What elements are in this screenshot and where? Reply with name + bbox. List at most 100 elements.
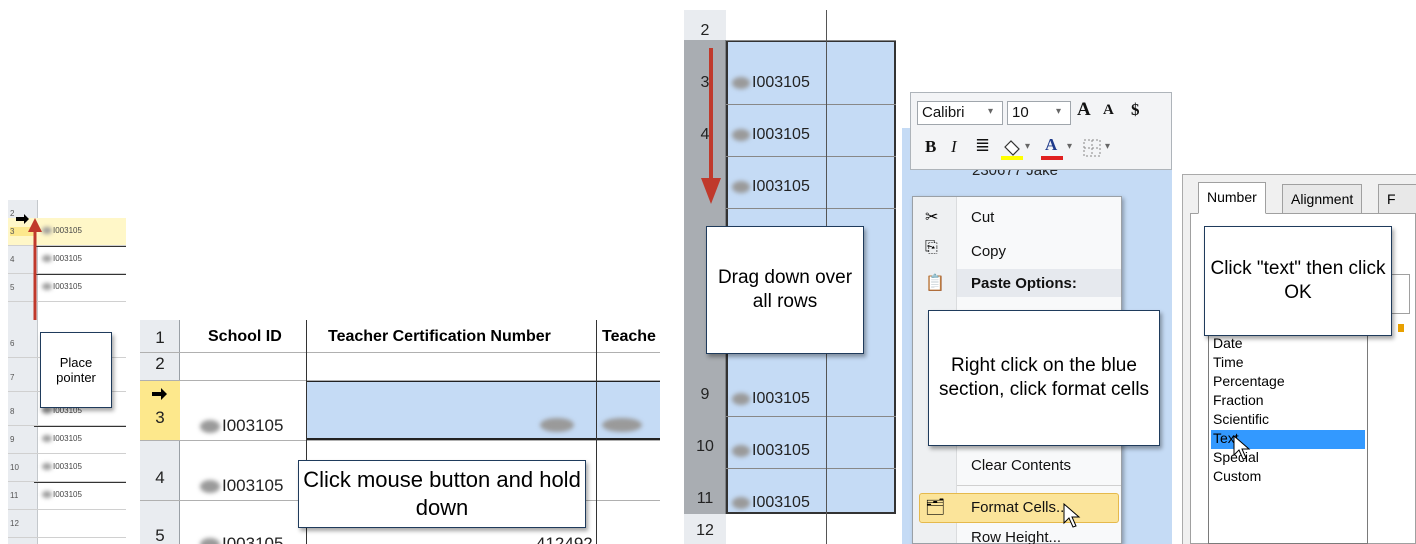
menu-separator (957, 485, 1121, 486)
chevron-down-icon[interactable]: ▾ (1025, 141, 1030, 152)
list-item[interactable]: Date (1211, 335, 1365, 354)
row-divider (726, 468, 896, 469)
row-divider (726, 104, 896, 105)
menu-item-row-height[interactable]: Row Height... (971, 529, 1061, 544)
row-number: 2 (155, 354, 165, 373)
chevron-down-icon: ▾ (1056, 106, 1062, 117)
panel-context-menu: 230677 Jake Calibri ▾ 10 ▾ A A $ B I ≣ ▾… (902, 88, 1172, 544)
row-divider (726, 416, 896, 417)
mouse-cursor-icon (1063, 503, 1081, 528)
menu-item-copy[interactable]: Copy (971, 243, 1006, 260)
arrow-right-icon (152, 388, 167, 400)
row-divider (726, 156, 896, 157)
row-number: 10 (696, 438, 714, 455)
italic-button[interactable]: I (951, 137, 957, 157)
panel-drag-down: 2 3 4 9 10 11 12 I003105 I003105 I003105… (684, 10, 896, 544)
row-number: 10 (10, 463, 19, 472)
row-divider (140, 440, 660, 441)
row-number: 11 (696, 490, 714, 507)
list-item[interactable]: Time (1211, 354, 1365, 373)
cell-value: I003105 (732, 126, 810, 144)
column-header: School ID (208, 328, 282, 345)
tab-font[interactable]: F (1378, 184, 1416, 214)
row-number: 11 (10, 491, 19, 500)
arrow-down-icon (701, 48, 721, 204)
cell-value: I003105 (732, 74, 810, 92)
align-center-icon[interactable]: ≣ (975, 135, 990, 156)
row-divider (34, 426, 126, 427)
row-divider (726, 40, 896, 41)
list-item[interactable]: Scientific (1211, 411, 1365, 430)
column-divider (596, 320, 597, 544)
tab-alignment[interactable]: Alignment (1282, 184, 1363, 214)
color-swatch (1041, 156, 1063, 160)
row-number: 5 (155, 526, 165, 544)
panel-format-dialog: Number Alignment F Date Time Percentage … (1182, 174, 1416, 544)
category-list[interactable]: Date Time Percentage Fraction Scientific… (1208, 324, 1368, 544)
shrink-font-button[interactable]: A (1103, 102, 1114, 119)
row-number: 12 (10, 519, 19, 528)
row-number: 2 (700, 22, 710, 39)
row-number: 4 (155, 468, 165, 487)
font-color-button[interactable]: A (1039, 135, 1065, 161)
currency-button[interactable]: $ (1131, 100, 1140, 120)
format-cells-icon: 🗂 (925, 499, 946, 516)
grow-font-button[interactable]: A (1077, 99, 1091, 121)
cell-value: I003105 (732, 494, 810, 512)
redacted-value (540, 418, 574, 432)
cell-value: I003105 (200, 476, 283, 496)
menu-item-cut[interactable]: Cut (971, 209, 994, 226)
cell-value: I003105 (42, 462, 82, 471)
column-header: Teacher Certification Number (328, 328, 551, 345)
redacted-value (602, 418, 642, 432)
menu-item-format-cells[interactable]: Format Cells... (971, 499, 1069, 516)
callout-click-text: Click "text" then click OK (1204, 226, 1392, 336)
panel-click-hold: 1 2 3 4 5 School ID Teacher Certificatio… (140, 320, 660, 544)
arrow-up-icon (28, 218, 42, 320)
chevron-down-icon[interactable]: ▾ (1067, 141, 1072, 152)
paint-bucket-icon (1001, 140, 1023, 160)
clipboard-icon: 📋 (925, 275, 945, 292)
chevron-down-icon[interactable]: ▾ (1105, 141, 1110, 152)
list-item[interactable]: Percentage (1211, 373, 1365, 392)
chevron-down-icon: ▾ (988, 106, 994, 117)
sheet-row[interactable]: 12 (8, 510, 126, 538)
copy-icon: ⎘ (925, 239, 938, 256)
row-number: 7 (10, 373, 15, 382)
mouse-cursor-icon (1233, 435, 1251, 460)
row-number: 8 (10, 407, 15, 416)
row-number: 12 (696, 522, 714, 539)
list-item[interactable]: Fraction (1211, 392, 1365, 411)
column-header: Teache (602, 328, 656, 345)
cell-value: I003105 (732, 442, 810, 460)
row-number: 6 (10, 339, 15, 348)
list-item[interactable]: Custom (1211, 468, 1365, 487)
cell-value: I003105 (732, 390, 810, 408)
row-number: 1 (155, 328, 165, 347)
row-divider (34, 482, 126, 483)
callout-place-pointer: Place pointer (40, 332, 112, 408)
callout-right-click: Right click on the blue section, click f… (928, 310, 1160, 446)
cell-value: I003105 (200, 534, 283, 544)
callout-click-hold: Click mouse button and hold down (298, 460, 586, 528)
row-divider (140, 352, 660, 353)
row-number: 9 (700, 386, 710, 403)
cell-value: I003105 (732, 178, 810, 196)
scissors-icon: ✂ (925, 209, 939, 226)
arrow-right-icon (16, 214, 29, 224)
row-number: 9 (10, 435, 15, 444)
cell-value: I003105 (42, 434, 82, 443)
tab-number[interactable]: Number (1198, 182, 1266, 214)
menu-item-clear-contents[interactable]: Clear Contents (971, 457, 1071, 474)
borders-icon[interactable] (1083, 139, 1101, 157)
sheet-row[interactable]: 10 I003105 (8, 454, 126, 482)
font-name-select[interactable]: Calibri ▾ (917, 101, 1003, 125)
fill-color-button[interactable] (999, 135, 1025, 161)
bold-button[interactable]: B (925, 137, 936, 157)
row-divider (726, 208, 896, 209)
callout-drag-down: Drag down over all rows (706, 226, 864, 354)
font-size-select[interactable]: 10 ▾ (1007, 101, 1071, 125)
panel-place-pointer: 2 3 I003105 4 I003105 5 I003105 6 7 8 I0… (8, 200, 126, 544)
sheet-row[interactable]: 9 I003105 (8, 426, 126, 454)
sheet-row[interactable]: 11 I003105 (8, 482, 126, 510)
